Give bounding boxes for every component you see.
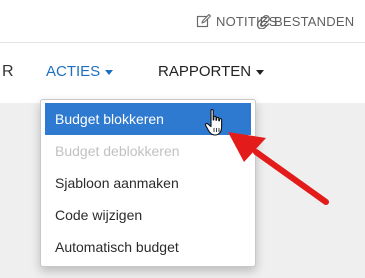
chevron-down-icon [256, 70, 265, 75]
paperclip-icon [256, 13, 270, 29]
chevron-down-icon [105, 70, 114, 75]
nav-item-rapporten-label: RAPPORTEN [158, 63, 252, 80]
nav-item-acties-label: ACTIES [46, 63, 101, 80]
nav-item-acties[interactable]: ACTIES [46, 62, 114, 82]
menu-item-automatisch-budget[interactable]: Automatisch budget [41, 231, 255, 263]
nav-item-cut-off[interactable]: R [2, 62, 14, 82]
main-nav: R ACTIES RAPPORTEN [0, 43, 365, 103]
top-links-bar: NOTITIES BESTANDEN [0, 0, 365, 42]
files-label: BESTANDEN [274, 13, 355, 29]
edit-note-icon [196, 13, 212, 29]
red-arrow-icon [228, 132, 329, 205]
screen: NOTITIES BESTANDEN R ACTIES RAPPORTEN Bu… [0, 0, 365, 278]
files-link[interactable]: BESTANDEN [256, 12, 354, 30]
nav-item-rapporten[interactable]: RAPPORTEN [158, 62, 265, 82]
